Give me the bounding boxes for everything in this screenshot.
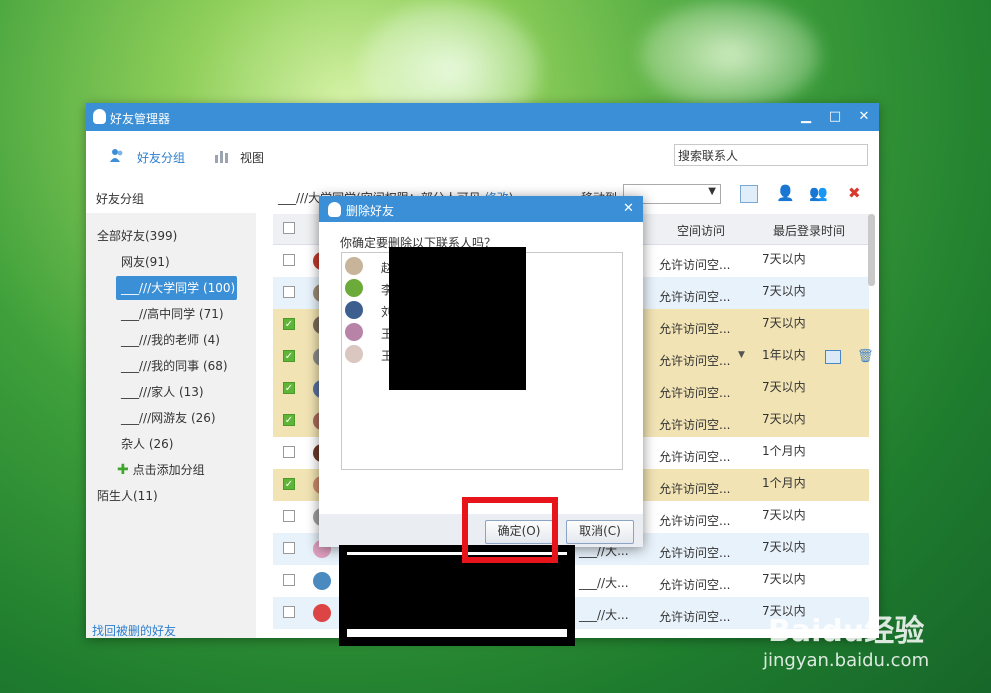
row-space-access[interactable]: 允许访问空... — [659, 576, 730, 593]
row-last-login: 1个月内 — [762, 444, 806, 458]
maximize-button[interactable]: □ — [826, 108, 844, 126]
avatar — [345, 301, 363, 319]
baidu-watermark: Baidu经验 — [768, 614, 925, 649]
row-group: ___//大... — [579, 576, 629, 590]
search-input[interactable]: 搜索联系人 — [674, 144, 868, 166]
row-space-access[interactable]: 允许访问空... — [659, 256, 730, 273]
sidebar-item-group[interactable]: ___///我的老师 (4) — [121, 328, 220, 352]
row-space-access[interactable]: 允许访问空... — [659, 288, 730, 305]
background-blur — [640, 0, 820, 110]
row-space-access[interactable]: 允许访问空... — [659, 320, 730, 337]
close-button[interactable]: ✕ — [855, 108, 873, 126]
qq-penguin-icon — [328, 202, 341, 217]
row-checkbox[interactable] — [283, 446, 295, 458]
row-last-login: 7天以内 — [762, 508, 806, 522]
friend-groups-tab[interactable]: 好友分组 — [137, 149, 185, 166]
row-space-access[interactable]: 允许访问空... — [659, 384, 730, 401]
highlight-box — [462, 497, 558, 563]
baidu-watermark-url: jingyan.baidu.com — [763, 650, 930, 671]
friends-icon — [109, 148, 125, 164]
row-checkbox[interactable] — [283, 286, 295, 298]
sidebar-header: 好友分组 — [96, 192, 145, 206]
row-last-login: 7天以内 — [762, 380, 806, 394]
avatar — [345, 257, 363, 275]
sidebar-item-group[interactable]: ___///我的同事 (68) — [121, 354, 228, 378]
sidebar-header-bg: 好友分组 — [86, 181, 256, 213]
dropdown-arrow-icon[interactable]: ▼ — [738, 350, 745, 360]
export-icon[interactable] — [740, 185, 758, 203]
avatar — [345, 345, 363, 363]
row-checkbox[interactable]: ✓ — [283, 350, 295, 362]
row-checkbox[interactable] — [283, 542, 295, 554]
row-space-access[interactable]: 允许访问空... — [659, 512, 730, 529]
column-space-access: 空间访问 — [677, 224, 726, 238]
sidebar-item-strangers[interactable]: 陌生人(11) — [97, 484, 158, 508]
move-friend-icon[interactable]: 👥 — [809, 184, 828, 202]
plus-icon: ✚ — [117, 462, 129, 478]
view-tab[interactable]: 视图 — [240, 149, 264, 166]
row-last-login: 7天以内 — [762, 284, 806, 298]
row-checkbox[interactable]: ✓ — [283, 318, 295, 330]
row-checkbox[interactable]: ✓ — [283, 382, 295, 394]
mask-line — [347, 629, 567, 637]
row-last-login: 7天以内 — [762, 540, 806, 554]
recover-deleted-friends-link[interactable]: 找回被删的好友 — [92, 622, 176, 638]
avatar — [313, 604, 331, 622]
sidebar-item-group[interactable]: ___//高中同学 (71) — [121, 302, 224, 326]
privacy-mask — [389, 247, 526, 390]
row-last-login: 7天以内 — [762, 572, 806, 586]
minimize-button[interactable]: ▁ — [797, 108, 815, 126]
row-last-login: 7天以内 — [762, 252, 806, 266]
title-bar: 好友管理器 ▁ □ ✕ — [86, 103, 879, 131]
add-friend-icon[interactable]: 👤 — [776, 184, 795, 202]
row-space-access[interactable]: 允许访问空... — [659, 544, 730, 561]
row-last-login: 1年以内 — [762, 348, 806, 362]
sidebar-item-group[interactable]: ___///网游友 (26) — [121, 406, 216, 430]
dialog-title: 删除好友 — [346, 204, 395, 218]
add-group-label: 点击添加分组 — [132, 463, 205, 477]
window-title: 好友管理器 — [110, 112, 171, 126]
select-all-checkbox[interactable] — [283, 222, 295, 234]
sidebar-item-all-friends[interactable]: 全部好友(399) — [97, 224, 177, 248]
row-checkbox[interactable] — [283, 606, 295, 618]
cancel-button[interactable]: 取消(C) — [566, 520, 634, 544]
dialog-close-button[interactable]: ✕ — [623, 201, 634, 216]
avatar — [345, 323, 363, 341]
sidebar-item-group[interactable]: 杂人 (26) — [121, 432, 173, 456]
row-space-access[interactable]: 允许访问空... — [659, 480, 730, 497]
sidebar-item-group[interactable]: ___///家人 (13) — [121, 380, 204, 404]
qq-penguin-icon — [93, 109, 106, 124]
row-space-access[interactable]: 允许访问空... — [659, 448, 730, 465]
group-sidebar: 好友分组 全部好友(399) 网友(91) ___///大学同学 (100) _… — [86, 181, 256, 638]
scrollbar[interactable] — [868, 214, 875, 286]
dialog-title-bar: 删除好友 ✕ — [319, 196, 643, 222]
avatar — [345, 279, 363, 297]
contact-card-icon[interactable] — [825, 350, 841, 364]
row-checkbox[interactable] — [283, 510, 295, 522]
dropdown-arrow-icon: ▼ — [708, 186, 716, 197]
row-group: ___//大... — [579, 608, 629, 622]
row-last-login: 7天以内 — [762, 316, 806, 330]
row-space-access[interactable]: 允许访问空... — [659, 352, 730, 369]
trash-icon[interactable]: 🗑 — [857, 349, 874, 364]
bar-chart-icon — [214, 149, 230, 166]
row-space-access[interactable]: 允许访问空... — [659, 608, 730, 625]
row-space-access[interactable]: 允许访问空... — [659, 416, 730, 433]
row-last-login: 1个月内 — [762, 476, 806, 490]
toolbar: 好友分组 视图 搜索联系人 — [86, 131, 879, 182]
row-checkbox[interactable]: ✓ — [283, 414, 295, 426]
add-group-link[interactable]: ✚ 点击添加分组 — [117, 458, 205, 482]
sidebar-item-group-selected[interactable]: ___///大学同学 (100) — [116, 276, 237, 300]
delete-friend-icon[interactable]: ✖ — [848, 184, 861, 202]
column-last-login: 最后登录时间 — [773, 224, 846, 238]
sidebar-item-group[interactable]: 网友(91) — [121, 250, 170, 274]
row-checkbox[interactable]: ✓ — [283, 478, 295, 490]
row-checkbox[interactable] — [283, 254, 295, 266]
row-checkbox[interactable] — [283, 574, 295, 586]
row-last-login: 7天以内 — [762, 412, 806, 426]
avatar — [313, 572, 331, 590]
